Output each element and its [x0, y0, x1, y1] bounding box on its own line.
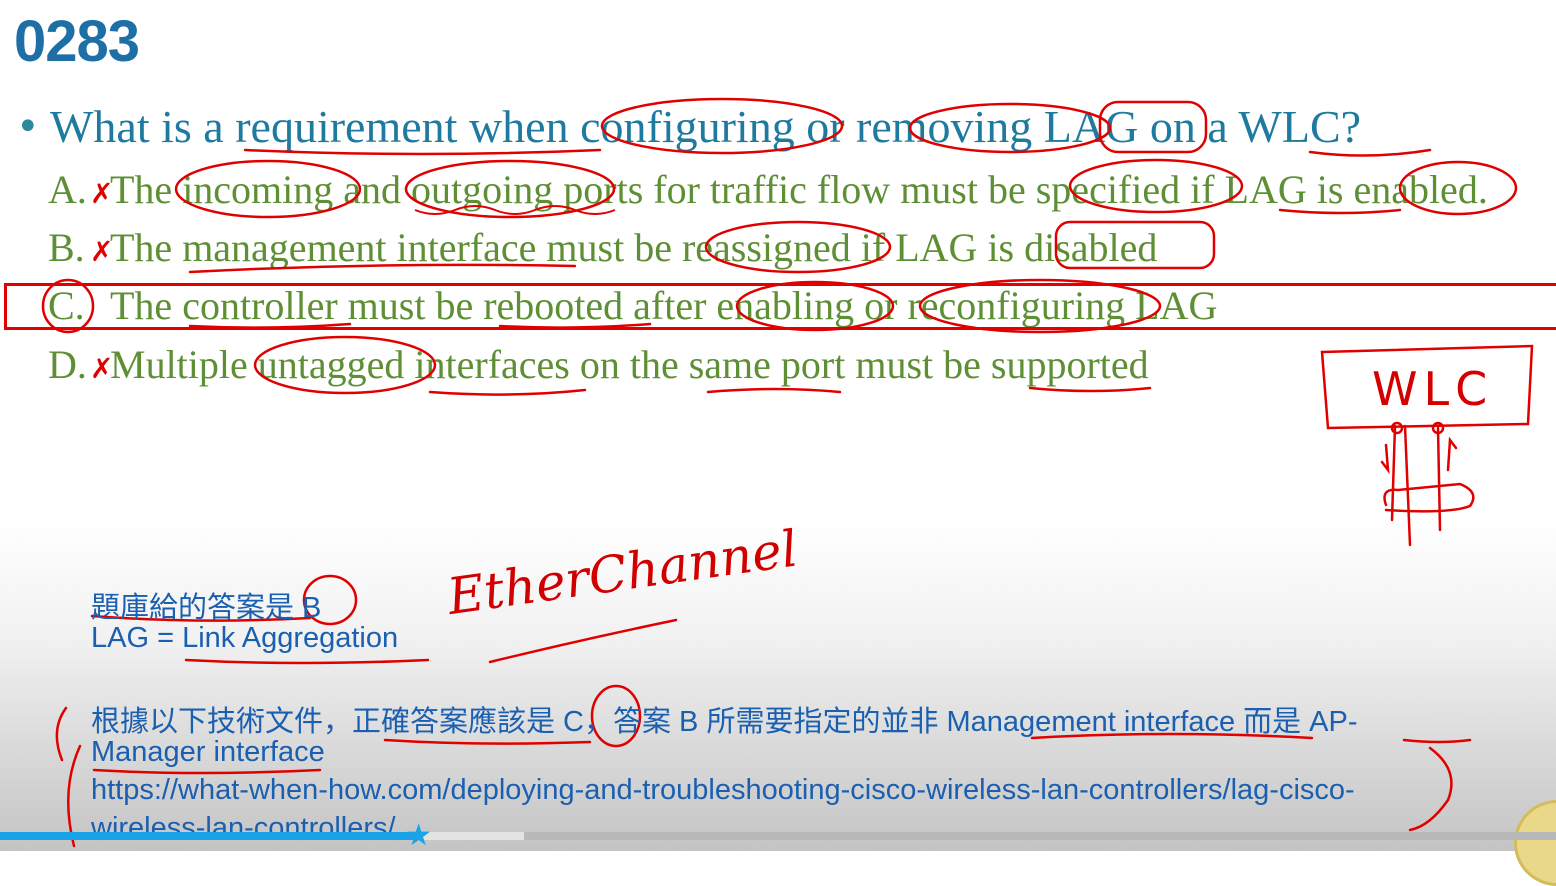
option-b: B. ✗The management interface must be reas… — [48, 225, 1158, 270]
ink-wlc-port-2 — [1431, 421, 1445, 435]
wlc-label: WLC — [1372, 362, 1494, 416]
note-line-2: LAG = Link Aggregation — [91, 622, 399, 654]
option-a-text: The incoming and outgoing ports for traf… — [110, 167, 1488, 212]
ink-wlc-port-line-2 — [1403, 424, 1412, 547]
ink-wlc-bundle — [1383, 482, 1475, 513]
video-progress-bar[interactable] — [0, 832, 1556, 840]
ink-underline-link-aggregation — [184, 658, 430, 665]
slide-number: 0283 — [14, 9, 140, 74]
ink-wlc-port-line-1 — [1390, 424, 1397, 522]
bullet-dot: • — [16, 104, 40, 150]
ink-underline-interfaces — [428, 388, 587, 396]
note-line-1: 題庫給的答案是 B — [91, 592, 322, 624]
reference-link-continued[interactable]: wireless-lan-controllers/ — [91, 812, 396, 845]
note-line-3: 根據以下技術文件，正確答案應該是 C，答案 B 所需要指定的並非 Managem… — [91, 706, 1358, 738]
ink-arrow-down — [1380, 443, 1390, 475]
question-text: What is a requirement when configuring o… — [50, 101, 1362, 152]
ink-bracket-left — [55, 706, 82, 848]
ink-underline-same-port — [706, 387, 842, 394]
ink-wlc-port-line-3 — [1436, 426, 1442, 532]
option-d-text: Multiple untagged interfaces on the same… — [110, 342, 1149, 387]
channel-logo — [1514, 800, 1556, 886]
ink-bracket-right — [1408, 746, 1453, 832]
ink-underline-supported — [1028, 386, 1152, 393]
note-line-4: Manager interface — [91, 736, 325, 768]
ink-underline-manager — [92, 768, 322, 775]
ink-arrow-up — [1446, 436, 1458, 472]
ink-wlc-port-1 — [1390, 421, 1404, 435]
ink-underline-etherchannel — [488, 618, 678, 664]
reference-link[interactable]: https://what-when-how.com/deploying-and-… — [91, 774, 1355, 807]
option-d: D. ✗Multiple untagged interfaces on the s… — [48, 342, 1149, 387]
star-icon[interactable]: ★ — [403, 820, 435, 852]
etherchannel-handwriting: EtherChannel — [443, 519, 802, 626]
option-b-text: The management interface must be reassig… — [110, 225, 1158, 270]
ink-underline-note3 — [383, 738, 592, 745]
answer-highlight-box — [4, 283, 1556, 330]
ink-underline-ap — [1402, 738, 1472, 744]
video-played-bar — [0, 832, 419, 840]
option-a: A. ✗The incoming and outgoing ports for t… — [48, 167, 1488, 212]
